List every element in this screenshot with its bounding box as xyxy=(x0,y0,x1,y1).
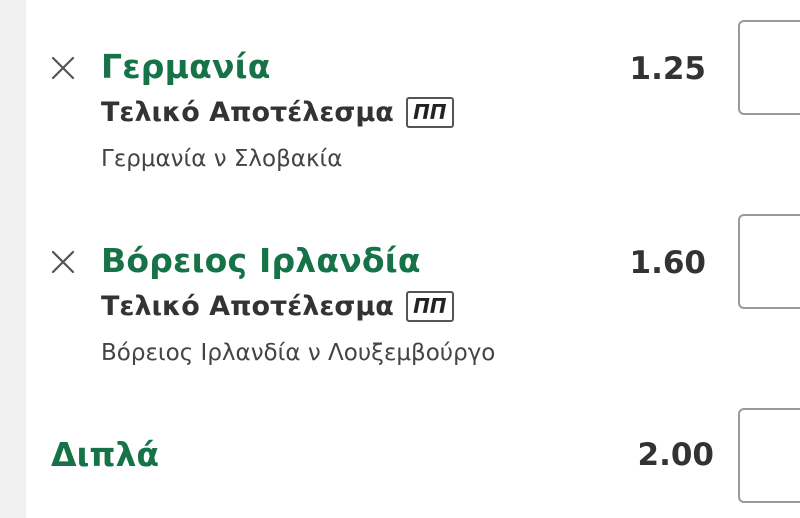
odds-value: 1.25 xyxy=(629,51,707,87)
pp-badge-text: ΠΠ xyxy=(413,100,447,124)
event-name: Βόρειος Ιρλανδία ν Λουξεμβούργο xyxy=(101,340,496,366)
doubles-odds: 2.00 xyxy=(637,437,715,473)
stake-input[interactable] xyxy=(738,20,800,115)
pp-badge: ΠΠ xyxy=(405,291,454,322)
stake-input[interactable] xyxy=(738,214,800,309)
selection-name: Βόρειος Ιρλανδία xyxy=(101,241,421,280)
odds-value: 1.60 xyxy=(629,245,707,281)
market-name: Τελικό Αποτέλεσμα ΠΠ xyxy=(101,291,454,322)
close-icon xyxy=(51,56,75,80)
event-name: Γερμανία ν Σλοβακία xyxy=(101,146,343,172)
market-label: Τελικό Αποτέλεσμα xyxy=(101,97,394,128)
left-gutter xyxy=(0,0,26,518)
doubles-label: Διπλά xyxy=(51,435,160,474)
close-icon xyxy=(51,250,75,274)
pp-badge: ΠΠ xyxy=(405,97,454,128)
doubles-stake-input[interactable] xyxy=(738,408,800,503)
bet-slip: Γερμανία Τελικό Αποτέλεσμα ΠΠ Γερμανία ν… xyxy=(0,0,800,518)
remove-selection-button[interactable] xyxy=(49,248,77,276)
remove-selection-button[interactable] xyxy=(49,54,77,82)
selection-name: Γερμανία xyxy=(101,47,271,86)
market-name: Τελικό Αποτέλεσμα ΠΠ xyxy=(101,97,454,128)
market-label: Τελικό Αποτέλεσμα xyxy=(101,291,394,322)
pp-badge-text: ΠΠ xyxy=(413,294,447,318)
